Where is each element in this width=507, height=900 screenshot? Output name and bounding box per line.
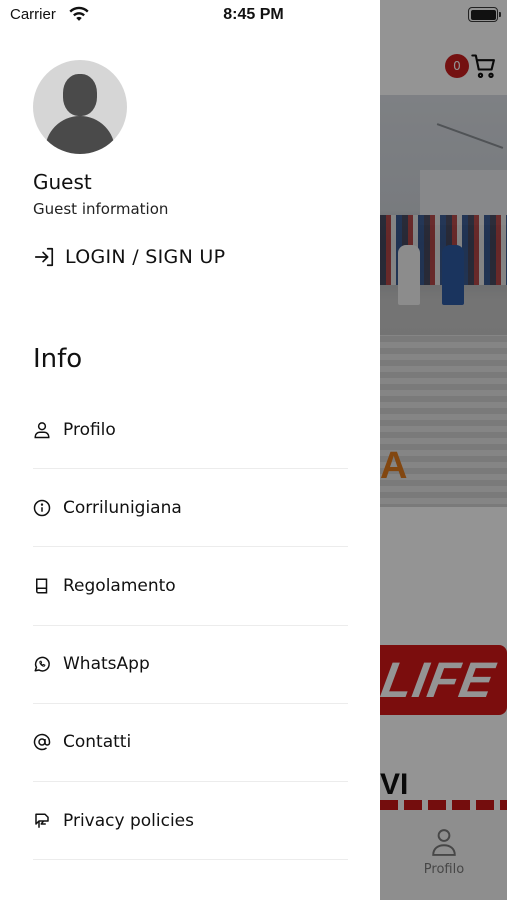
user-name: Guest (33, 170, 92, 194)
battery-icon (468, 7, 498, 22)
status-bar: Carrier 8:45 PM (0, 0, 507, 30)
login-signup-button[interactable]: LOGIN / SIGN UP (33, 246, 225, 268)
login-icon (34, 247, 54, 267)
user-info: Guest information (33, 200, 169, 218)
side-drawer: Guest Guest information LOGIN / SIGN UP … (0, 0, 380, 900)
menu-item-regolamento[interactable]: Regolamento (33, 547, 348, 626)
menu-item-label: Regolamento (63, 575, 176, 596)
book-icon (33, 577, 51, 595)
clock: 8:45 PM (223, 6, 284, 23)
info-icon (33, 499, 51, 517)
drawer-menu: Profilo Corrilunigiana Regolamento Whats… (33, 391, 348, 861)
menu-item-label: WhatsApp (63, 654, 150, 675)
whatsapp-icon (33, 655, 51, 673)
section-title-info: Info (33, 344, 83, 374)
menu-item-privacy-policies[interactable]: Privacy policies (33, 782, 348, 861)
avatar[interactable] (33, 60, 127, 154)
menu-item-label: Privacy policies (63, 810, 194, 831)
user-icon (33, 421, 51, 439)
menu-item-whatsapp[interactable]: WhatsApp (33, 626, 348, 704)
menu-item-corrilunigiana[interactable]: Corrilunigiana (33, 469, 348, 548)
privacy-icon (33, 812, 51, 830)
menu-item-profilo[interactable]: Profilo (33, 391, 348, 470)
at-icon (33, 733, 51, 751)
menu-item-label: Contatti (63, 732, 132, 753)
menu-item-label: Profilo (63, 419, 116, 440)
menu-item-label: Corrilunigiana (63, 497, 182, 518)
menu-item-contatti[interactable]: Contatti (33, 704, 348, 782)
login-signup-label: LOGIN / SIGN UP (65, 246, 226, 268)
